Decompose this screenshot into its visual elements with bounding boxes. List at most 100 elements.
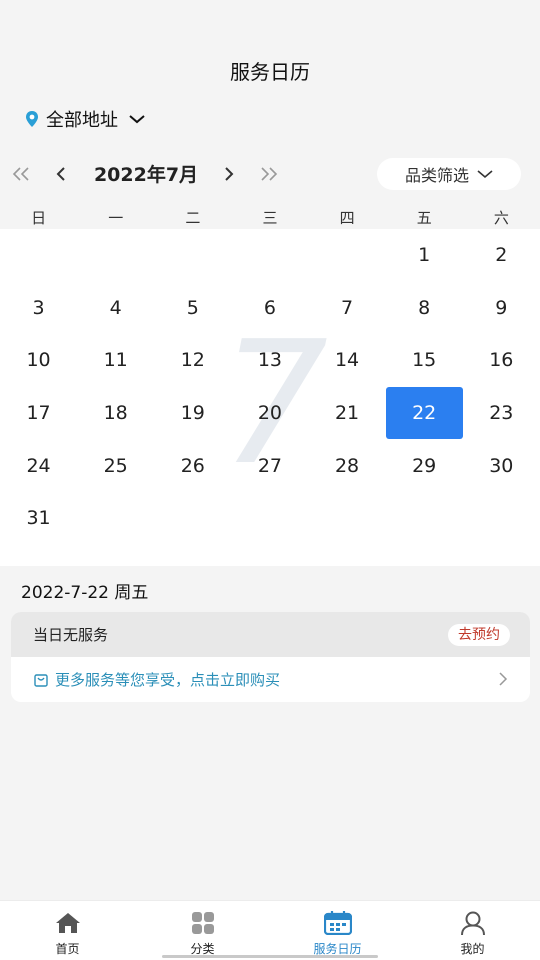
calendar-day[interactable]: 11 — [77, 334, 154, 387]
calendar-day-number: 24 — [26, 454, 51, 477]
calendar-day-number: 23 — [489, 402, 514, 425]
buy-more-link[interactable]: 更多服务等您享受，点击立即购买 — [11, 657, 530, 702]
double-chevron-right-icon — [261, 167, 278, 181]
chevron-down-icon — [477, 170, 493, 179]
bottom-tab-bar: 首页 分类 服务日历 我的 — [0, 900, 540, 960]
tab-mine[interactable]: 我的 — [405, 901, 540, 960]
calendar-blank-cell — [77, 229, 154, 282]
calendar-day-number: 11 — [103, 349, 128, 372]
calendar-blank-cell — [309, 229, 386, 282]
calendar-day-number: 5 — [186, 296, 199, 319]
calendar-day[interactable]: 5 — [154, 282, 231, 335]
prev-year-button[interactable] — [10, 164, 32, 184]
calendar-day-number: 9 — [495, 296, 508, 319]
calendar-blank-cell — [0, 229, 77, 282]
calendar-day-number: 10 — [26, 349, 51, 372]
calendar-grid-container: 7 1 2 3 4 5 6 7 8 9 10 11 12 13 14 15 16 17 18 19 20 21 22 23 2… — [0, 229, 540, 566]
calendar-day-selected[interactable]: 22 — [385, 387, 463, 440]
calendar-day[interactable]: 30 — [463, 439, 540, 492]
address-label: 全部地址 — [46, 110, 118, 131]
grid-icon — [191, 912, 214, 934]
chevron-right-icon — [225, 167, 234, 181]
calendar-day[interactable]: 23 — [463, 387, 540, 440]
calendar-grid: 1 2 3 4 5 6 7 8 9 10 11 12 13 14 15 16 17 18 19 20 21 22 23 24 2… — [0, 229, 540, 545]
tab-home[interactable]: 首页 — [0, 901, 135, 960]
calendar-day[interactable]: 31 — [0, 492, 77, 545]
chevron-down-icon — [129, 115, 145, 124]
weekday-label: 四 — [339, 209, 355, 227]
calendar-blank-cell — [154, 229, 231, 282]
calendar-icon — [323, 911, 352, 935]
category-filter-button[interactable]: 品类筛选 — [377, 158, 521, 190]
no-service-text: 当日无服务 — [33, 626, 109, 644]
page-title: 服务日历 — [230, 60, 310, 84]
weekday-header: 日 一 二 三 四 五 六 — [0, 207, 540, 229]
home-icon — [55, 913, 80, 933]
calendar-day-number: 12 — [180, 349, 205, 372]
book-button[interactable]: 去预约 — [448, 623, 510, 646]
bag-icon — [34, 673, 48, 687]
prev-month-button[interactable] — [50, 164, 72, 184]
user-icon — [460, 911, 485, 936]
calendar-day-number: 4 — [109, 296, 122, 319]
weekday-label: 日 — [31, 209, 47, 227]
calendar-day[interactable]: 12 — [154, 334, 231, 387]
calendar-day-number: 31 — [26, 507, 51, 530]
calendar-day[interactable]: 3 — [0, 282, 77, 335]
calendar-day[interactable]: 18 — [77, 387, 154, 440]
calendar-day-number: 2 — [495, 244, 508, 267]
calendar-day[interactable]: 17 — [0, 387, 77, 440]
calendar-day[interactable]: 9 — [463, 282, 540, 335]
calendar-day[interactable]: 25 — [77, 439, 154, 492]
calendar-day-number: 7 — [341, 296, 354, 319]
calendar-day[interactable]: 6 — [231, 282, 308, 335]
calendar-day-number: 1 — [418, 244, 431, 267]
calendar-day-number: 20 — [257, 402, 283, 425]
calendar-day[interactable]: 24 — [0, 439, 77, 492]
calendar-day[interactable]: 8 — [386, 282, 463, 335]
filter-label: 品类筛选 — [404, 166, 469, 185]
weekday-label: 一 — [108, 209, 124, 227]
calendar-day-number: 6 — [263, 296, 276, 319]
calendar-day-number: 13 — [257, 349, 283, 372]
service-card: 当日无服务 去预约 更多服务等您享受，点击立即购买 — [11, 612, 530, 702]
tab-label: 首页 — [55, 942, 80, 956]
address-selector[interactable]: 全部地址 — [24, 106, 146, 132]
calendar-day-number: 19 — [180, 402, 205, 425]
chevron-right-icon — [499, 672, 508, 686]
tab-service-calendar[interactable]: 服务日历 — [270, 901, 405, 960]
calendar-day-number: 17 — [26, 402, 51, 425]
promo-text: 更多服务等您享受，点击立即购买 — [55, 671, 281, 689]
weekday-label: 五 — [416, 209, 432, 227]
calendar-day[interactable]: 20 — [231, 387, 308, 440]
next-month-button[interactable] — [218, 164, 240, 184]
tab-category[interactable]: 分类 — [135, 901, 270, 960]
weekday-label: 六 — [493, 209, 509, 227]
calendar-day[interactable]: 2 — [463, 229, 540, 282]
weekday-label: 二 — [185, 209, 201, 227]
calendar-day[interactable]: 7 — [309, 282, 386, 335]
next-year-button[interactable] — [258, 164, 280, 184]
calendar-day[interactable]: 4 — [77, 282, 154, 335]
service-card-header: 当日无服务 去预约 — [11, 612, 530, 657]
calendar-day-number: 26 — [180, 454, 205, 477]
calendar-day[interactable]: 28 — [309, 439, 386, 492]
weekday-label: 三 — [262, 209, 278, 227]
calendar-day[interactable]: 13 — [231, 334, 308, 387]
calendar-day[interactable]: 14 — [309, 334, 386, 387]
calendar-day[interactable]: 26 — [154, 439, 231, 492]
calendar-day[interactable]: 16 — [463, 334, 540, 387]
calendar-day-number: 18 — [103, 402, 128, 425]
calendar-day[interactable]: 19 — [154, 387, 231, 440]
calendar-day[interactable]: 21 — [309, 387, 386, 440]
calendar-day[interactable]: 10 — [0, 334, 77, 387]
calendar-day[interactable]: 1 — [386, 229, 463, 282]
calendar-day[interactable]: 15 — [386, 334, 463, 387]
calendar-day-number: 14 — [334, 349, 360, 372]
calendar-day[interactable]: 27 — [231, 439, 308, 492]
calendar-day-number: 3 — [32, 296, 45, 319]
chevron-left-icon — [56, 167, 65, 181]
calendar-day[interactable]: 29 — [386, 439, 463, 492]
selected-date-label: 2022-7-22 周五 — [21, 583, 149, 603]
home-indicator — [162, 955, 378, 958]
